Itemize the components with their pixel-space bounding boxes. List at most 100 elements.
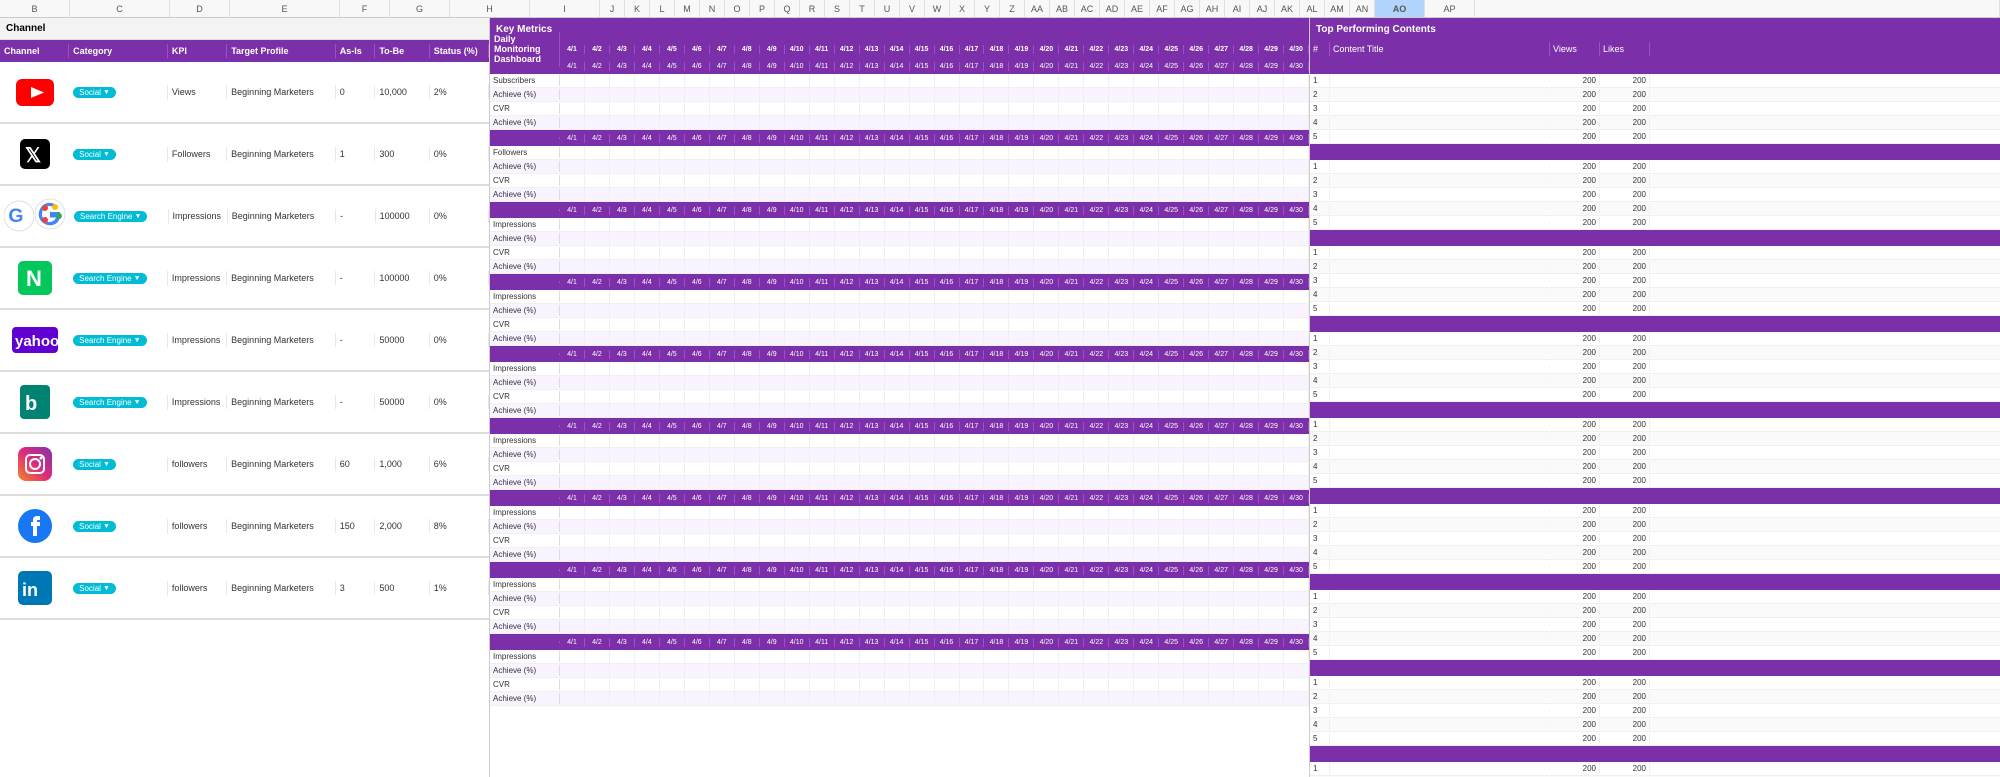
metrics-cell-1-1-4-5: [660, 160, 685, 173]
metrics-cell-0-0-4-13: [860, 74, 885, 87]
section-date-6-4-19: 4/19: [1009, 494, 1034, 503]
metrics-cell-1-0-4-23: [1109, 146, 1134, 159]
metrics-cell-4-2-4-6: [685, 390, 710, 403]
content-area: Channel Channel Category KPI Target Prof…: [0, 18, 2000, 777]
metrics-cell-1-1-4-14: [885, 160, 910, 173]
metrics-cell-0-1-4-28: [1234, 88, 1259, 101]
metrics-cell-8-3-4-5: [660, 692, 685, 705]
yahoo-icon: yahoo!: [12, 327, 58, 353]
metrics-cell-2-1-4-29: [1259, 232, 1284, 245]
section-date-6-4-6: 4/6: [685, 494, 710, 503]
youtube-category-badge[interactable]: Social ▼: [73, 87, 116, 98]
section-date-7-4-28: 4/28: [1234, 566, 1259, 575]
section-date-2-4-21: 4/21: [1059, 206, 1084, 215]
tc-likes-0-2: 200: [1600, 103, 1650, 114]
metrics-cell-8-0-4-21: [1059, 650, 1084, 663]
naver-category-badge[interactable]: Search Engine ▼: [73, 273, 146, 284]
metrics-cell-6-2-4-4: [635, 534, 660, 547]
metrics-cell-2-0-4-15: [910, 218, 935, 231]
metrics-cell-3-1-4-10: [785, 304, 810, 317]
metrics-cell-2-2-4-24: [1134, 246, 1159, 259]
metrics-cell-2-1-4-4: [635, 232, 660, 245]
metrics-cell-4-0-4-21: [1059, 362, 1084, 375]
metrics-cell-7-0-4-7: [710, 578, 735, 591]
naver-status: 0%: [430, 271, 489, 285]
section-date-0-4-20: 4/20: [1034, 62, 1059, 71]
yahoo-category-badge[interactable]: Search Engine ▼: [73, 335, 146, 346]
instagram-category-badge[interactable]: Social ▼: [73, 459, 116, 470]
metrics-cell-2-1-4-16: [935, 232, 960, 245]
metrics-section-header-8: 4/14/24/34/44/54/64/74/84/94/104/114/124…: [490, 634, 1309, 650]
metrics-cell-2-3-4-11: [810, 260, 835, 273]
metrics-cell-3-2-4-23: [1109, 318, 1134, 331]
youtube-icon: [16, 79, 54, 106]
section-date-5-4-16: 4/16: [935, 422, 960, 431]
tc-likes-4-1: 200: [1600, 433, 1650, 444]
metrics-cell-2-3-4-2: [585, 260, 610, 273]
x-category-badge[interactable]: Social ▼: [73, 149, 116, 160]
metrics-cell-4-1-4-4: [635, 376, 660, 389]
metrics-cell-6-2-4-23: [1109, 534, 1134, 547]
section-date-2-4-3: 4/3: [610, 206, 635, 215]
metrics-cell-5-1-4-28: [1234, 448, 1259, 461]
metrics-cell-6-1-4-10: [785, 520, 810, 533]
metrics-cell-6-3-4-15: [910, 548, 935, 561]
metrics-cell-7-0-4-3: [610, 578, 635, 591]
metrics-cell-0-3-4-27: [1209, 116, 1234, 129]
metrics-cell-8-0-4-5: [660, 650, 685, 663]
metrics-cell-2-1-4-24: [1134, 232, 1159, 245]
metrics-cell-8-1-4-17: [960, 664, 985, 677]
metrics-cell-0-2-4-15: [910, 102, 935, 115]
metrics-cell-8-0-4-12: [835, 650, 860, 663]
metrics-cell-2-0-4-19: [1009, 218, 1034, 231]
metrics-cell-5-3-4-14: [885, 476, 910, 489]
metrics-cell-1-2-4-18: [984, 174, 1009, 187]
tc-num-2-2: 3: [1310, 275, 1330, 286]
section-date-8-4-4: 4/4: [635, 638, 660, 647]
tc-row-1-1: 2200200: [1310, 174, 2000, 188]
tc-title-4-1: [1330, 438, 1550, 440]
metrics-cell-8-3-4-20: [1034, 692, 1059, 705]
col-u-header: U: [875, 0, 900, 17]
metrics-cell-2-1-4-23: [1109, 232, 1134, 245]
metrics-row-5-0: Impressions: [490, 434, 1309, 448]
metrics-cell-2-0-4-24: [1134, 218, 1159, 231]
metrics-cell-8-1-4-6: [685, 664, 710, 677]
metrics-cell-4-2-4-9: [760, 390, 785, 403]
metrics-cell-4-2-4-29: [1259, 390, 1284, 403]
metrics-cell-3-2-4-14: [885, 318, 910, 331]
metrics-cell-7-0-4-12: [835, 578, 860, 591]
section-date-1-4-27: 4/27: [1209, 134, 1234, 143]
metrics-cell-8-1-4-1: [560, 664, 585, 677]
metrics-row-5-2: CVR: [490, 462, 1309, 476]
section-date-3-4-26: 4/26: [1184, 278, 1209, 287]
tc-views-6-1: 200: [1550, 605, 1600, 616]
section-date-8-4-25: 4/25: [1159, 638, 1184, 647]
metrics-cell-4-3-4-5: [660, 404, 685, 417]
bing-category-badge[interactable]: Search Engine ▼: [73, 397, 146, 408]
tc-views-8-0: 200: [1550, 763, 1600, 774]
metrics-cell-1-0-4-22: [1084, 146, 1109, 159]
tc-title-3-1: [1330, 352, 1550, 354]
metrics-cell-6-2-4-16: [935, 534, 960, 547]
facebook-category-badge[interactable]: Social ▼: [73, 521, 116, 532]
metrics-cell-3-0-4-2: [585, 290, 610, 303]
linkedin-category-badge[interactable]: Social ▼: [73, 583, 116, 594]
spreadsheet-container: B C D E F G H I J K L M N O P Q R S T U …: [0, 0, 2000, 777]
tc-views-header: Views: [1550, 42, 1600, 56]
metrics-section-header-6: 4/14/24/34/44/54/64/74/84/94/104/114/124…: [490, 490, 1309, 506]
metrics-cell-5-0-4-9: [760, 434, 785, 447]
metrics-cell-1-0-4-8: [735, 146, 760, 159]
tc-num-5-3: 4: [1310, 547, 1330, 558]
linkedin-badge-arrow: ▼: [103, 585, 110, 592]
metrics-cell-6-0-4-25: [1159, 506, 1184, 519]
metrics-cell-2-0-4-27: [1209, 218, 1234, 231]
section-date-1-4-6: 4/6: [685, 134, 710, 143]
google-category-badge[interactable]: Search Engine ▼: [74, 211, 147, 222]
section-date-3-4-28: 4/28: [1234, 278, 1259, 287]
instagram-category-label: Social: [79, 460, 101, 469]
section-date-8-4-30: 4/30: [1284, 638, 1309, 647]
section-date-0-4-16: 4/16: [935, 62, 960, 71]
tc-views-3-0: 200: [1550, 333, 1600, 344]
metrics-cell-0-1-4-29: [1259, 88, 1284, 101]
